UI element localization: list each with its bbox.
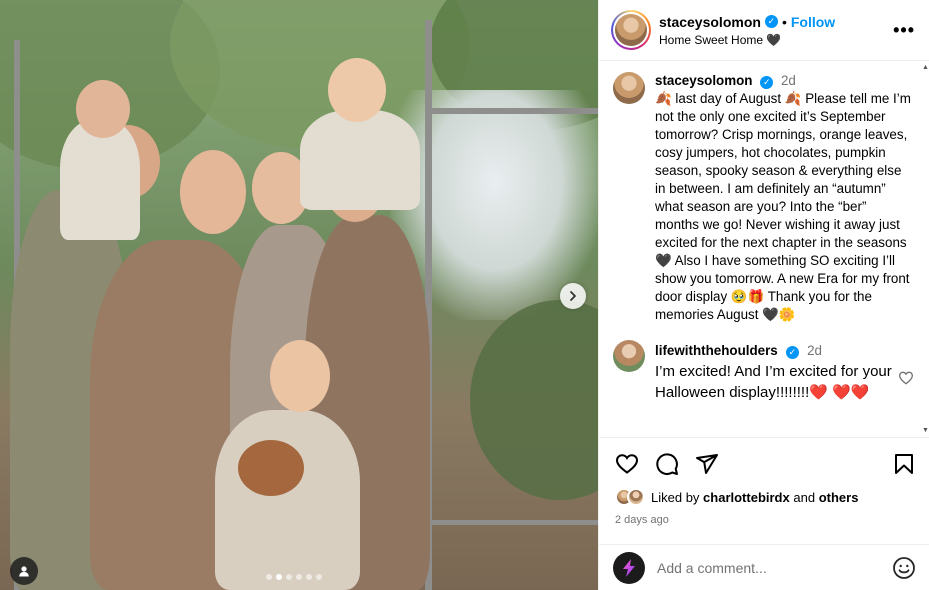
likes-others[interactable]: others bbox=[819, 490, 859, 505]
post-location[interactable]: Home Sweet Home 🖤 bbox=[659, 33, 893, 47]
chevron-right-icon bbox=[570, 291, 576, 301]
heart-icon bbox=[615, 454, 639, 474]
photo-arch-frame bbox=[432, 520, 598, 525]
emoji-button[interactable] bbox=[892, 556, 916, 580]
carousel-dot bbox=[266, 574, 272, 580]
comments-list[interactable]: staceysolomon ✓ 2d 🍂 last day of August … bbox=[599, 62, 929, 436]
comment-item: lifewiththehoulders ✓ 2d I’m excited! An… bbox=[613, 340, 914, 403]
likes-user[interactable]: charlottebirdx bbox=[703, 490, 790, 505]
smiley-icon bbox=[893, 556, 915, 579]
comment-icon bbox=[656, 453, 678, 475]
like-button[interactable] bbox=[615, 452, 639, 476]
avatar[interactable] bbox=[613, 72, 645, 104]
post-photo[interactable] bbox=[0, 0, 598, 590]
photo-arch-frame bbox=[432, 108, 598, 114]
caption-time[interactable]: 2d bbox=[781, 73, 796, 88]
heart-icon bbox=[898, 371, 914, 385]
carousel-dot bbox=[316, 574, 322, 580]
comment-text: I’m excited! And I’m excited for your Ha… bbox=[655, 363, 892, 401]
verified-icon: ✓ bbox=[760, 75, 774, 89]
person-figure bbox=[60, 120, 140, 240]
comments-scrollbar[interactable]: ▲ ▼ bbox=[921, 62, 929, 436]
verified-icon: ✓ bbox=[785, 346, 799, 359]
caption-text: 🍂 last day of August 🍂 Please tell me I’… bbox=[655, 91, 915, 322]
person-figure bbox=[300, 110, 420, 210]
post-timestamp[interactable]: 2 days ago bbox=[615, 514, 916, 526]
bookmark-icon bbox=[895, 454, 913, 474]
author-username[interactable]: staceysolomon bbox=[659, 14, 761, 30]
comment-time[interactable]: 2d bbox=[807, 343, 822, 358]
comment-username[interactable]: lifewiththehoulders bbox=[655, 343, 778, 358]
scroll-down-icon[interactable]: ▼ bbox=[922, 427, 929, 434]
avatar bbox=[615, 14, 647, 46]
carousel-dots bbox=[266, 574, 322, 580]
next-photo-button[interactable] bbox=[560, 283, 586, 309]
carousel-dot bbox=[306, 574, 312, 580]
current-user-avatar bbox=[613, 551, 645, 584]
person-figure bbox=[270, 340, 330, 412]
save-button[interactable] bbox=[892, 452, 916, 476]
person-figure bbox=[215, 410, 360, 590]
likes-prefix: Liked by bbox=[651, 489, 700, 505]
avatar[interactable] bbox=[613, 340, 645, 372]
caption: staceysolomon ✓ 2d 🍂 last day of August … bbox=[613, 72, 914, 324]
photo-hedge bbox=[470, 300, 598, 500]
add-comment-bar bbox=[599, 544, 929, 590]
paper-plane-icon bbox=[696, 454, 718, 474]
carousel-dot bbox=[296, 574, 302, 580]
lightning-icon bbox=[623, 558, 635, 577]
carousel-dot bbox=[286, 574, 292, 580]
verified-icon: ✓ bbox=[764, 15, 778, 28]
author-avatar[interactable] bbox=[611, 10, 651, 50]
follow-button[interactable]: Follow bbox=[791, 14, 835, 30]
person-figure bbox=[180, 150, 246, 234]
post-actions: Liked by charlottebirdx and others 2 day… bbox=[599, 437, 929, 526]
tagged-people-button[interactable] bbox=[10, 557, 38, 585]
separator-dot: • bbox=[781, 13, 787, 30]
person-figure bbox=[76, 80, 130, 138]
likes-summary: Liked by charlottebirdx and others bbox=[615, 488, 916, 506]
comment-button[interactable] bbox=[655, 452, 679, 476]
person-icon bbox=[19, 566, 29, 577]
hen bbox=[238, 440, 304, 496]
likes-and: and bbox=[793, 489, 816, 505]
avatar bbox=[627, 488, 645, 506]
carousel-dot bbox=[276, 574, 282, 580]
caption-username[interactable]: staceysolomon bbox=[655, 73, 753, 88]
post-side-panel: staceysolomon ✓ • Follow Home Sweet Home… bbox=[598, 0, 929, 590]
person-figure bbox=[328, 58, 386, 122]
post-header: staceysolomon ✓ • Follow Home Sweet Home… bbox=[599, 0, 929, 61]
comment-input[interactable] bbox=[657, 559, 892, 576]
more-options-icon[interactable]: ••• bbox=[893, 20, 915, 41]
comment-like-button[interactable] bbox=[898, 370, 914, 391]
scroll-up-icon[interactable]: ▲ bbox=[922, 64, 929, 71]
share-button[interactable] bbox=[695, 452, 719, 476]
